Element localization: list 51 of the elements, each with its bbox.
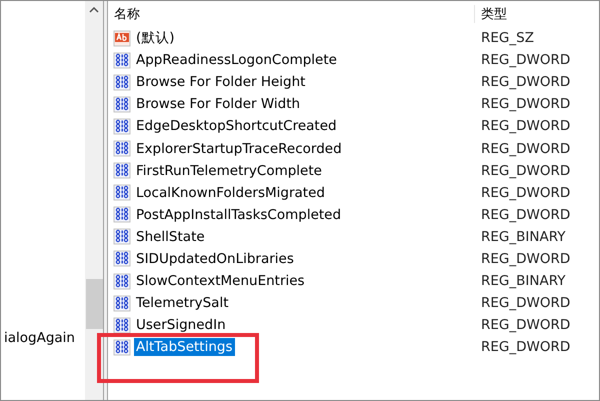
value-type: REG_DWORD [480, 295, 572, 312]
value-name[interactable]: PostAppInstallTasksCompleted [134, 206, 344, 224]
binary-value-icon [113, 162, 131, 180]
value-type: REG_DWORD [480, 317, 572, 334]
value-type: REG_DWORD [480, 52, 572, 68]
column-header[interactable]: 名称 [108, 5, 474, 23]
value-name[interactable]: (默认) [134, 28, 177, 48]
value-name[interactable]: EdgeDesktopShortcutCreated [134, 117, 339, 136]
value-type: REG_DWORD [480, 206, 572, 223]
value-type: REG_DWORD [480, 140, 572, 157]
value-type: REG_BINARY [480, 228, 566, 245]
value-name[interactable]: Browse For Folder Height [134, 73, 308, 92]
binary-value-icon [113, 96, 131, 113]
value-type: REG_DWORD [480, 184, 572, 201]
value-name[interactable]: ExplorerStartupTraceRecorded [134, 140, 344, 158]
binary-value-icon [113, 140, 131, 158]
value-name[interactable]: TelemetrySalt [134, 294, 230, 312]
value-type: REG_SZ [480, 30, 535, 46]
value-type: REG_DWORD [480, 162, 572, 179]
binary-value-icon [113, 294, 131, 312]
binary-value-icon [113, 316, 131, 334]
scroll-up-icon[interactable] [89, 7, 99, 13]
column-header[interactable]: 类型 [474, 5, 599, 23]
value-name[interactable]: SIDUpdatedOnLibraries [134, 250, 296, 268]
binary-value-icon [113, 338, 131, 356]
binary-value-icon [113, 74, 131, 91]
value-name[interactable]: AltTabSettings [134, 338, 235, 356]
value-type: REG_DWORD [480, 118, 572, 134]
tree-item[interactable]: ialogAgain [2, 329, 85, 347]
value-name[interactable]: UserSignedIn [134, 316, 228, 334]
value-name[interactable]: SlowContextMenuEntries [134, 272, 307, 290]
binary-value-icon [113, 228, 131, 246]
value-type: REG_DWORD [480, 339, 572, 356]
value-name[interactable]: AppReadinessLogonComplete [134, 51, 339, 70]
binary-value-icon [113, 206, 131, 224]
value-name[interactable]: Browse For Folder Width [134, 95, 302, 114]
binary-value-icon [113, 250, 131, 268]
value-name[interactable]: ShellState [134, 228, 207, 246]
binary-value-icon [113, 118, 131, 135]
binary-value-icon [113, 52, 131, 69]
scrollbar-thumb[interactable] [86, 279, 102, 329]
value-type: REG_DWORD [480, 96, 572, 112]
value-type: REG_BINARY [480, 273, 566, 290]
binary-value-icon [113, 184, 131, 202]
binary-value-icon [113, 272, 131, 290]
string-value-icon [113, 30, 131, 47]
value-type: REG_DWORD [480, 250, 572, 267]
value-type: REG_DWORD [480, 74, 572, 90]
value-name[interactable]: LocalKnownFoldersMigrated [134, 184, 327, 202]
scrollbar[interactable] [85, 1, 103, 400]
value-name[interactable]: FirstRunTelemetryComplete [134, 162, 324, 180]
